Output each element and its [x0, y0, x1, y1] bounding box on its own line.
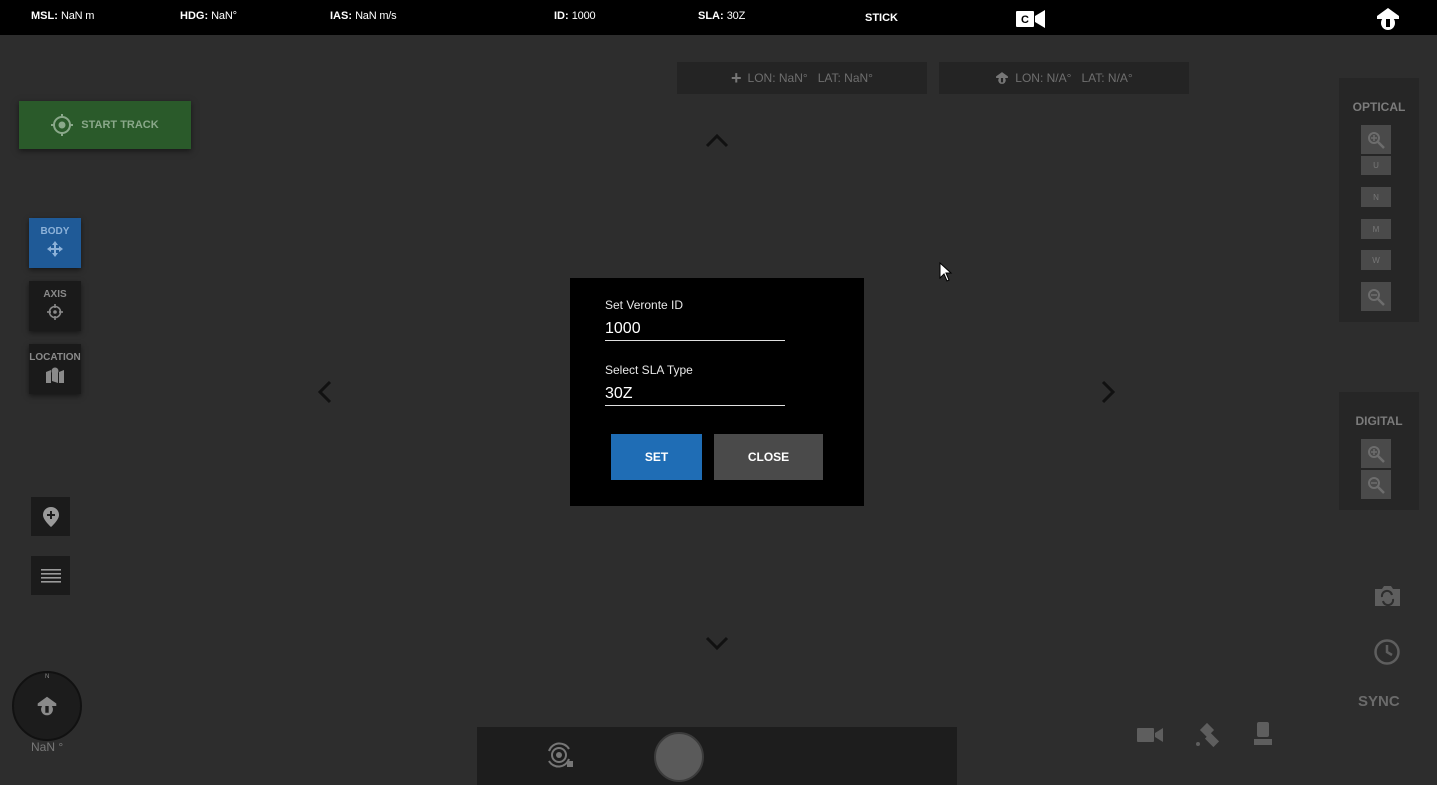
- camera-controls-bar: [477, 727, 957, 785]
- optical-zoom-in-button[interactable]: [1361, 125, 1391, 154]
- compass: N: [12, 671, 82, 741]
- digital-zoom-in-button[interactable]: [1361, 439, 1391, 468]
- hdg-label: HDG:: [180, 10, 209, 22]
- mode-location-button[interactable]: LOCATION: [29, 344, 81, 394]
- set-id-dialog: Set Veronte ID Select SLA Type SET CLOSE: [570, 278, 864, 506]
- veronte-id-label: Set Veronte ID: [605, 298, 684, 312]
- veronte-id-input[interactable]: [605, 318, 785, 341]
- camera-toggle-icon[interactable]: C: [1016, 9, 1046, 29]
- chevron-down-icon[interactable]: [705, 636, 729, 652]
- move-arrows-icon: [47, 241, 63, 257]
- sync-button[interactable]: SYNC: [1358, 693, 1400, 710]
- home-coordinates-text: LON: N/A° LAT: N/A°: [1015, 71, 1133, 85]
- satellite-icon[interactable]: [1193, 722, 1221, 750]
- hdg-readout: HDG: NaN°: [180, 10, 237, 22]
- optical-zoom-out-button[interactable]: [1361, 282, 1391, 311]
- optical-n-button[interactable]: N: [1361, 187, 1391, 207]
- chevron-left-icon[interactable]: [316, 380, 332, 404]
- zoom-in-icon: [1368, 131, 1385, 149]
- sla-value: 30Z: [726, 10, 746, 22]
- target-coordinates: + LON: NaN° LAT: NaN°: [677, 62, 927, 94]
- chevron-up-icon[interactable]: [705, 132, 729, 148]
- camera-toggle-letter: C: [1021, 14, 1029, 26]
- status-bar: MSL: NaN m HDG: NaN° IAS: NaN m/s ID: 10…: [0, 0, 1437, 35]
- optical-title: OPTICAL: [1352, 100, 1406, 114]
- id-value: 1000: [571, 10, 596, 22]
- mouse-cursor-icon: [939, 262, 953, 282]
- start-track-button[interactable]: START TRACK: [19, 101, 191, 149]
- zoom-in-icon: [1368, 445, 1385, 463]
- optical-w-button[interactable]: W: [1361, 250, 1391, 270]
- digital-title: DIGITAL: [1355, 414, 1403, 428]
- zoom-out-icon: [1368, 288, 1385, 306]
- target-icon: [51, 114, 74, 136]
- chevron-right-icon[interactable]: [1101, 380, 1117, 404]
- sla-label: SLA:: [698, 10, 724, 22]
- compass-heading-value: NaN °: [31, 740, 64, 754]
- optical-zoom-panel: OPTICAL U N M W: [1339, 78, 1419, 322]
- msl-value: NaN m: [60, 10, 95, 22]
- id-label: ID:: [554, 10, 569, 22]
- set-button[interactable]: SET: [611, 434, 702, 480]
- mode-body-button[interactable]: BODY: [29, 218, 81, 268]
- gimbal-camera-icon[interactable]: [1254, 722, 1272, 748]
- drone-heading-icon: [37, 696, 57, 716]
- ias-readout: IAS: NaN m/s: [330, 10, 397, 22]
- camera-sync-icon[interactable]: [1373, 584, 1402, 608]
- mode-axis-button[interactable]: AXIS: [29, 281, 81, 331]
- add-waypoint-button[interactable]: [31, 497, 70, 536]
- map-pin-icon: [46, 367, 64, 383]
- optical-u-button[interactable]: U: [1361, 156, 1391, 175]
- close-button[interactable]: CLOSE: [714, 434, 823, 480]
- add-location-icon: [42, 506, 59, 527]
- mode-location-label: LOCATION: [29, 352, 81, 363]
- digital-zoom-panel: DIGITAL: [1339, 392, 1419, 510]
- ias-label: IAS:: [330, 10, 352, 22]
- menu-list-button[interactable]: [31, 556, 70, 595]
- optical-m-button[interactable]: M: [1361, 219, 1391, 239]
- hdg-value: NaN°: [211, 10, 237, 22]
- video-camera-icon[interactable]: [1137, 726, 1163, 744]
- switch-camera-icon[interactable]: [545, 741, 575, 769]
- ias-value: NaN m/s: [355, 10, 397, 22]
- target-coordinates-text: LON: NaN° LAT: NaN°: [747, 71, 873, 85]
- start-track-label: START TRACK: [81, 119, 159, 131]
- digital-zoom-out-button[interactable]: [1361, 470, 1391, 499]
- sla-type-label: Select SLA Type: [605, 363, 693, 377]
- msl-readout: MSL: NaN m: [31, 10, 94, 22]
- sla-type-select[interactable]: [605, 383, 785, 406]
- plus-icon: +: [731, 67, 742, 88]
- home-drone-icon[interactable]: [1375, 6, 1401, 32]
- msl-label: MSL:: [31, 10, 58, 22]
- clock-icon[interactable]: [1373, 638, 1401, 666]
- control-mode-stick[interactable]: STICK: [865, 12, 898, 24]
- home-drone-icon: [996, 72, 1009, 84]
- mode-axis-label: AXIS: [43, 289, 67, 300]
- home-coordinates: LON: N/A° LAT: N/A°: [939, 62, 1189, 94]
- compass-north-label: N: [45, 674, 50, 680]
- crosshair-icon: [47, 304, 63, 320]
- sla-readout[interactable]: SLA: 30Z: [698, 10, 745, 22]
- id-readout[interactable]: ID: 1000: [554, 10, 596, 22]
- list-icon: [40, 568, 61, 583]
- shutter-button[interactable]: [654, 732, 704, 782]
- mode-body-label: BODY: [40, 226, 70, 237]
- zoom-out-icon: [1368, 476, 1385, 494]
